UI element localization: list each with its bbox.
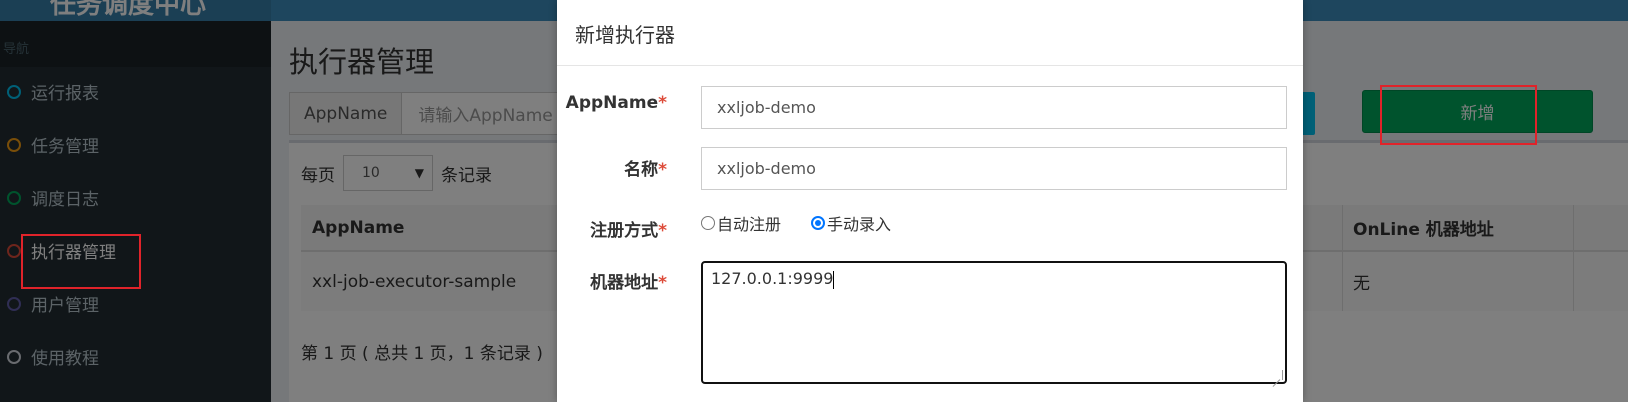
register-type-label: 注册方式* (557, 216, 667, 241)
highlight-box-add-button (1380, 85, 1537, 145)
required-mark: * (658, 93, 667, 113)
radio-auto-register-label[interactable]: 自动注册 (717, 211, 781, 235)
text-cursor (833, 270, 835, 289)
highlight-box-executor-menu (21, 234, 141, 289)
appname-input[interactable]: xxljob-demo (701, 86, 1287, 129)
register-type-group: 自动注册 手动录入 (701, 211, 921, 235)
title-label: 名称* (557, 155, 667, 180)
address-textarea[interactable]: 127.0.0.1:9999 (701, 261, 1287, 384)
appname-label: AppName* (557, 93, 667, 113)
add-executor-modal: 新增执行器 AppName* xxljob-demo 名称* xxljob-de… (557, 0, 1303, 402)
address-label-text: 机器地址 (590, 273, 659, 293)
resize-handle-icon[interactable] (1273, 370, 1283, 380)
address-value: 127.0.0.1:9999 (711, 269, 834, 288)
radio-manual-register[interactable] (811, 216, 826, 230)
radio-auto-register[interactable] (701, 216, 715, 230)
required-mark: * (658, 160, 667, 180)
address-label: 机器地址* (557, 268, 667, 293)
title-input[interactable]: xxljob-demo (701, 147, 1287, 190)
appname-label-text: AppName (565, 93, 659, 113)
radio-manual-register-label[interactable]: 手动录入 (827, 211, 891, 235)
modal-title: 新增执行器 (557, 0, 1303, 66)
register-type-label-text: 注册方式 (590, 221, 659, 241)
required-mark: * (658, 273, 667, 293)
required-mark: * (658, 221, 667, 241)
app-window: 任务调度中心 导航 运行报表 任务管理 调度日志 执行器管理 用户管理 使用教程 (0, 0, 1628, 402)
title-label-text: 名称 (624, 160, 659, 180)
